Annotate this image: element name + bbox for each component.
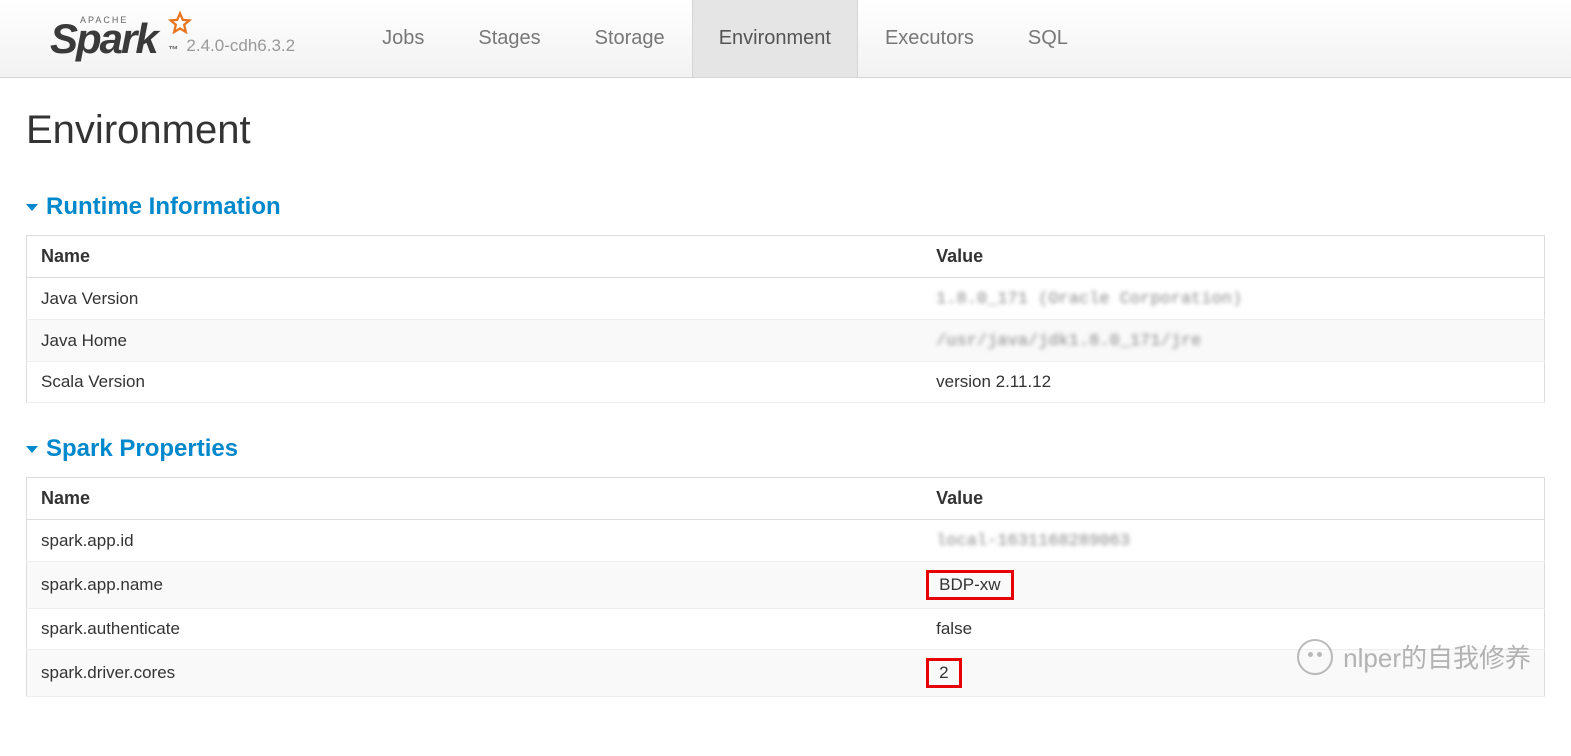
props-row-name: spark.driver.cores: [27, 650, 923, 697]
caret-down-icon: [26, 204, 38, 211]
version-label: 2.4.0-cdh6.3.2: [186, 36, 295, 56]
section-title-runtime: Runtime Information: [46, 193, 281, 221]
props-col-value[interactable]: Value: [922, 478, 1544, 520]
table-row: spark.app.id local-1631168289063: [27, 520, 1545, 562]
spark-logo: APACHE Spark ™: [50, 18, 176, 60]
props-col-name[interactable]: Name: [27, 478, 923, 520]
section-header-spark-properties[interactable]: Spark Properties: [26, 435, 1545, 463]
table-row: spark.authenticate false: [27, 609, 1545, 650]
table-row: Scala Version version 2.11.12: [27, 362, 1545, 403]
tab-jobs[interactable]: Jobs: [355, 0, 451, 77]
runtime-row-value: 1.8.0_171 (Oracle Corporation): [922, 278, 1544, 320]
props-row-name: spark.app.id: [27, 520, 923, 562]
props-row-value: local-1631168289063: [922, 520, 1544, 562]
runtime-row-value: version 2.11.12: [922, 362, 1544, 403]
star-icon: [166, 4, 194, 46]
props-row-name: spark.authenticate: [27, 609, 923, 650]
content: Environment Runtime Information Name Val…: [0, 78, 1571, 756]
caret-down-icon: [26, 446, 38, 453]
tab-executors[interactable]: Executors: [858, 0, 1001, 77]
table-row: spark.driver.cores 2: [27, 650, 1545, 697]
props-row-value: false: [922, 609, 1544, 650]
tab-sql[interactable]: SQL: [1001, 0, 1095, 77]
section-title-spark-properties: Spark Properties: [46, 435, 238, 463]
page-title: Environment: [26, 108, 1545, 153]
brand[interactable]: APACHE Spark ™ 2.4.0-cdh6.3.2: [50, 18, 295, 60]
runtime-row-name: Java Home: [27, 320, 923, 362]
logo-tm: ™: [168, 45, 176, 56]
props-row-name: spark.app.name: [27, 562, 923, 609]
runtime-row-name: Scala Version: [27, 362, 923, 403]
tab-stages[interactable]: Stages: [451, 0, 567, 77]
table-row: spark.app.name BDP-xw: [27, 562, 1545, 609]
logo-apache-text: APACHE: [80, 16, 128, 25]
spark-properties-table: Name Value spark.app.id local-1631168289…: [26, 477, 1545, 697]
tab-storage[interactable]: Storage: [568, 0, 692, 77]
tab-environment[interactable]: Environment: [692, 0, 858, 77]
runtime-col-name[interactable]: Name: [27, 236, 923, 278]
props-row-value: BDP-xw: [922, 562, 1544, 609]
runtime-row-name: Java Version: [27, 278, 923, 320]
section-header-runtime[interactable]: Runtime Information: [26, 193, 1545, 221]
props-row-value: 2: [922, 650, 1544, 697]
table-row: Java Version 1.8.0_171 (Oracle Corporati…: [27, 278, 1545, 320]
runtime-row-value: /usr/java/jdk1.8.0_171/jre: [922, 320, 1544, 362]
navbar: APACHE Spark ™ 2.4.0-cdh6.3.2 Jobs Stage…: [0, 0, 1571, 78]
runtime-col-value[interactable]: Value: [922, 236, 1544, 278]
runtime-table: Name Value Java Version 1.8.0_171 (Oracl…: [26, 235, 1545, 403]
nav-tabs: Jobs Stages Storage Environment Executor…: [355, 0, 1095, 77]
table-row: Java Home /usr/java/jdk1.8.0_171/jre: [27, 320, 1545, 362]
